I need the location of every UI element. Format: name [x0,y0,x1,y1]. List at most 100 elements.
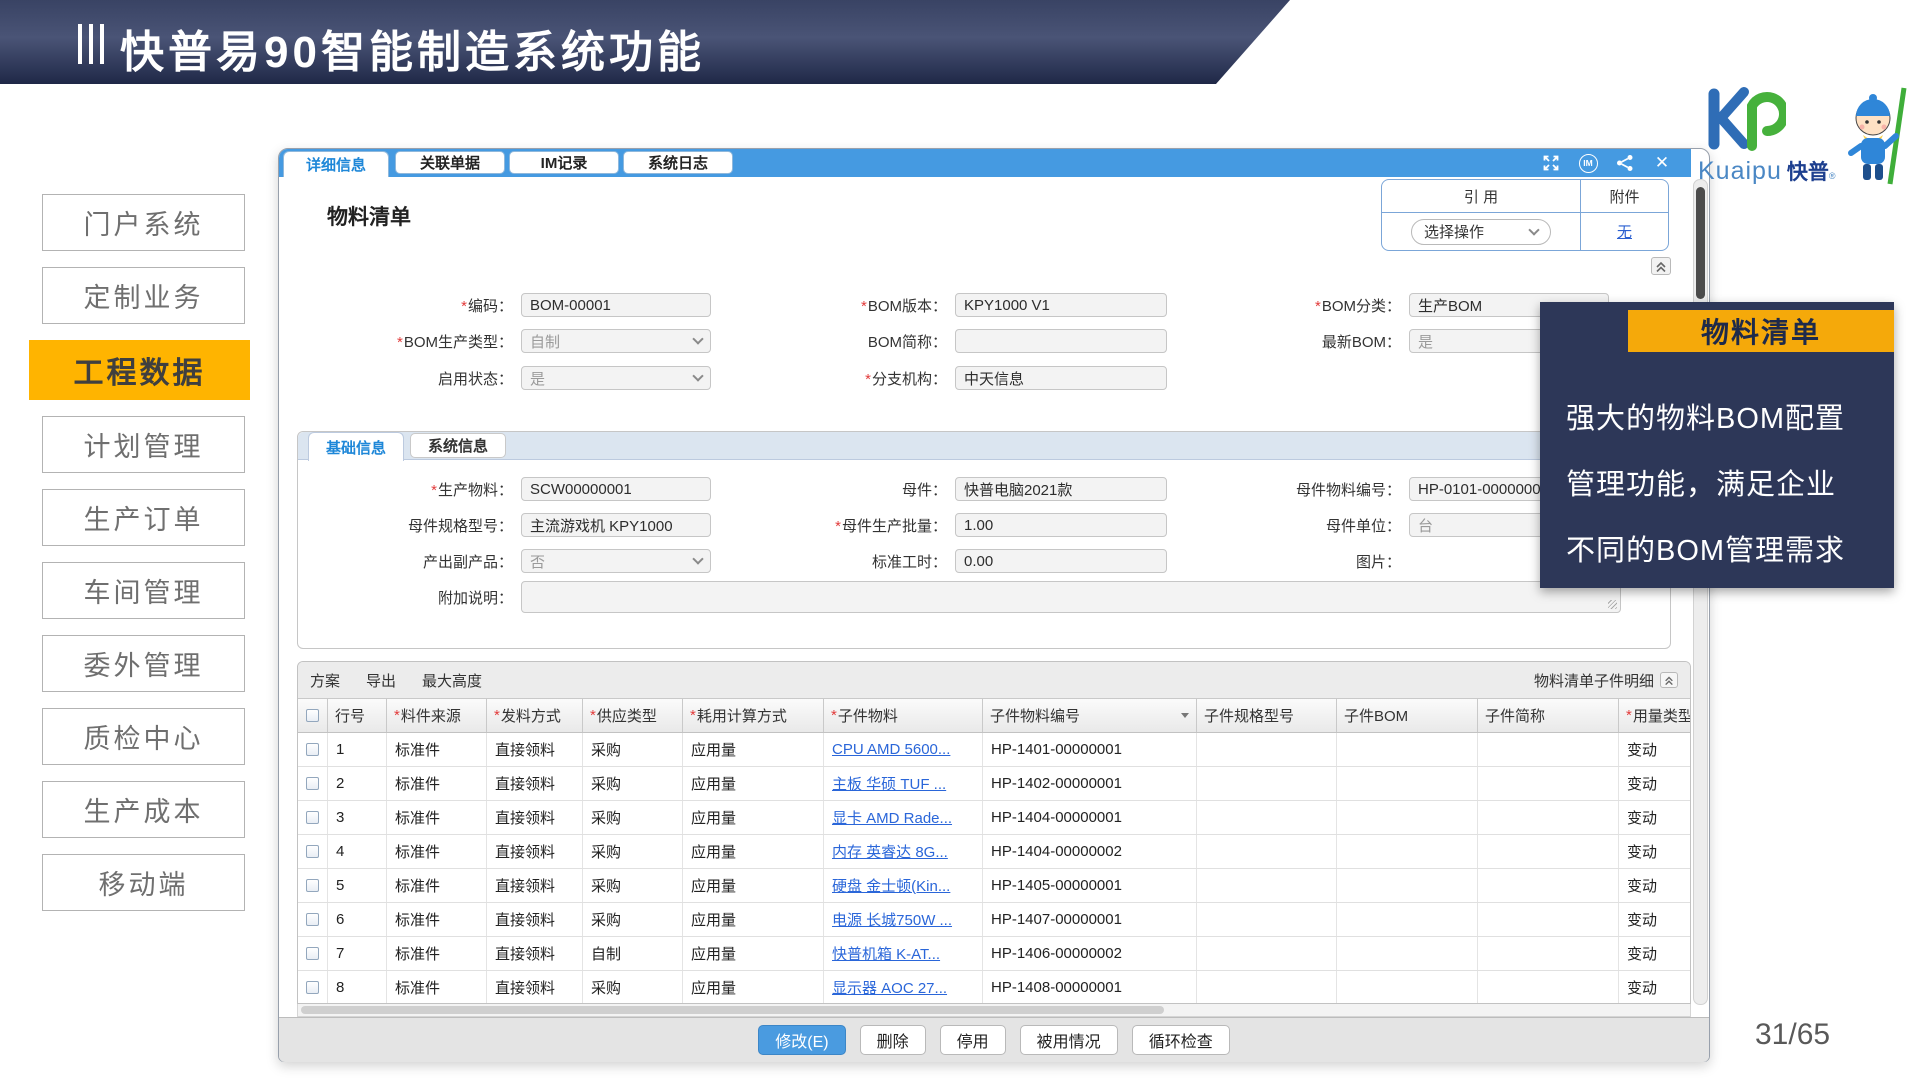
checkbox[interactable] [306,743,319,756]
sidebar-item[interactable]: 计划管理 [42,416,245,473]
subitem-link[interactable]: 主板 华硕 TUF ... [832,773,946,794]
toolbar-link[interactable]: 导出 [366,670,396,691]
select-all-checkbox[interactable] [306,709,319,722]
form-field: 图片： [1171,549,1401,573]
grid-header-cell[interactable]: 子件物料编号 [983,699,1197,732]
footer-button[interactable]: 循环检查 [1132,1025,1230,1055]
subitem-link[interactable]: 显示器 AOC 27... [832,977,947,998]
horizontal-scrollbar-thumb[interactable] [301,1006,1164,1014]
grid-cell: 应用量 [683,767,824,800]
subitem-link[interactable]: CPU AMD 5600... [832,741,950,758]
form-select[interactable]: 是 [521,366,711,390]
grid-header-checkbox-cell[interactable] [298,699,328,732]
form-input[interactable] [955,329,1167,353]
subitem-link[interactable]: 快普机箱 K-AT... [832,943,940,964]
grid-cell: 8 [328,971,387,1004]
form-input[interactable]: 中天信息 [955,366,1167,390]
footer-button[interactable]: 停用 [940,1025,1006,1055]
grid-title: 物料清单子件明细 [1534,670,1654,691]
form-label: 附加说明： [283,587,513,608]
subitem-link[interactable]: 硬盘 金士顿(Kin... [832,875,950,896]
form-input[interactable]: 0.00 [955,549,1167,573]
window-tab[interactable]: IM记录 [509,151,619,174]
grid-header-cell[interactable]: 行号 [328,699,387,732]
checkbox[interactable] [306,811,319,824]
attachment-link[interactable]: 无 [1617,221,1632,242]
checkbox[interactable] [306,981,319,994]
operation-select[interactable]: 选择操作 [1411,219,1551,245]
subitem-link[interactable]: 内存 英睿达 8G... [832,841,948,862]
fullscreen-icon[interactable] [1541,153,1561,173]
grid-cell: HP-1407-00000001 [983,903,1197,936]
sidebar-item[interactable]: 工程数据 [29,340,250,400]
checkbox[interactable] [306,879,319,892]
checkbox[interactable] [306,947,319,960]
checkbox[interactable] [306,777,319,790]
form-textarea[interactable] [521,581,1621,613]
checkbox[interactable] [306,913,319,926]
sidebar-item[interactable]: 生产成本 [42,781,245,838]
header-banner: 快普易90智能制造系统功能 [0,0,1300,84]
grid-cell [1478,903,1619,936]
callout-title: 物料清单 [1628,310,1894,352]
toolbar-link[interactable]: 方案 [310,670,340,691]
grid-cell: 直接领料 [487,869,583,902]
sidebar-item[interactable]: 委外管理 [42,635,245,692]
grid-cell: 采购 [583,835,683,868]
grid-header-cell[interactable]: 子件规格型号 [1197,699,1337,732]
grid-cell: 采购 [583,733,683,766]
grid-cell: 标准件 [387,733,487,766]
app-window: 详细信息关联单据IM记录系统日志 IM ✕ 物料清单 引 用 附件 [278,148,1710,1062]
grid-cell: 变动 [1619,903,1691,936]
grid-header-cell[interactable]: *供应类型 [583,699,683,732]
grid-header-cell[interactable]: *耗用计算方式 [683,699,824,732]
subitem-link[interactable]: 显卡 AMD Rade... [832,807,952,828]
grid-header-cell[interactable]: *子件物料 [824,699,983,732]
collapse-form-button[interactable] [1651,257,1671,275]
table-row: 5标准件直接领料采购应用量硬盘 金士顿(Kin...HP-1405-000000… [298,869,1690,903]
grid-header-cell[interactable]: *用量类型 [1619,699,1691,732]
grid-header-cell[interactable]: *发料方式 [487,699,583,732]
sidebar-item[interactable]: 生产订单 [42,489,245,546]
form-input[interactable]: SCW00000001 [521,477,711,501]
subtab[interactable]: 系统信息 [410,433,506,458]
sidebar-item[interactable]: 移动端 [42,854,245,911]
reference-panel: 引 用 附件 选择操作 无 [1381,179,1669,251]
checkbox[interactable] [306,845,319,858]
toolbar-link[interactable]: 最大高度 [422,670,482,691]
form-label: *生产物料： [283,479,513,500]
collapse-grid-button[interactable] [1660,672,1678,688]
subtab-strip: 基础信息系统信息 [298,432,1670,460]
modify-button[interactable]: 修改(E) [758,1025,845,1055]
form-input[interactable]: 快普电脑2021款 [955,477,1167,501]
subitem-link[interactable]: 电源 长城750W ... [832,909,952,930]
im-icon[interactable]: IM [1578,153,1598,173]
form-select[interactable]: 自制 [521,329,711,353]
share-icon[interactable] [1615,153,1635,173]
form-field: BOM简称： [717,329,1167,353]
table-row: 7标准件直接领料自制应用量快普机箱 K-AT...HP-1406-0000000… [298,937,1690,971]
grid-cell: 采购 [583,801,683,834]
grid-cell: 6 [328,903,387,936]
sidebar-item[interactable]: 门户系统 [42,194,245,251]
grid-header-cell[interactable]: *料件来源 [387,699,487,732]
window-tab[interactable]: 关联单据 [395,151,505,174]
filter-icon[interactable] [1177,713,1189,718]
grid-header-cell[interactable]: 子件简称 [1478,699,1619,732]
footer-button[interactable]: 被用情况 [1020,1025,1118,1055]
form-select[interactable]: 否 [521,549,711,573]
window-tab[interactable]: 详细信息 [283,151,389,177]
sidebar-item[interactable]: 质检中心 [42,708,245,765]
form-input[interactable]: 主流游戏机 KPY1000 [521,513,711,537]
form-input[interactable]: BOM-00001 [521,293,711,317]
grid-header-cell[interactable]: 子件BOM [1337,699,1478,732]
form-input[interactable]: KPY1000 V1 [955,293,1167,317]
sidebar-item[interactable]: 定制业务 [42,267,245,324]
sidebar-item[interactable]: 车间管理 [42,562,245,619]
subtab[interactable]: 基础信息 [308,432,404,461]
close-icon[interactable]: ✕ [1652,153,1672,173]
form-input[interactable]: 1.00 [955,513,1167,537]
window-tab[interactable]: 系统日志 [623,151,733,174]
vertical-scrollbar-thumb[interactable] [1696,187,1705,299]
footer-button[interactable]: 删除 [860,1025,926,1055]
